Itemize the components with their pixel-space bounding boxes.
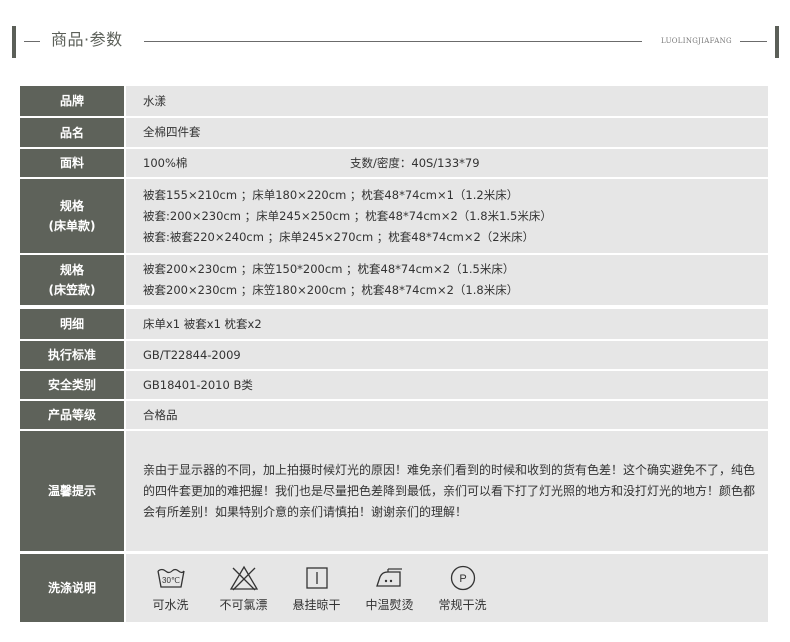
care-item-no-bleach: 不可氯漂 bbox=[207, 563, 280, 613]
spec-label: 产品等级 bbox=[20, 401, 124, 429]
care-label: 常规干洗 bbox=[438, 598, 487, 612]
spec-row-tip: 温馨提示 亲由于显示器的不同，加上拍摄时候灯光的原因！难免亲们看到的时候和收到的… bbox=[20, 431, 768, 551]
size-line: 被套155×210cm ；床单180×220cm ；枕套48*74cm×1（1.… bbox=[143, 187, 519, 202]
care-item-iron: 中温熨烫 bbox=[353, 563, 426, 613]
spec-value: 合格品 bbox=[126, 401, 768, 429]
hang-dry-icon bbox=[300, 563, 334, 593]
care-item-wash: 30℃ 可水洗 bbox=[134, 563, 207, 613]
dry-clean-glyph: P bbox=[459, 573, 466, 585]
spec-row-grade: 产品等级 合格品 bbox=[20, 401, 768, 429]
spec-row-name: 品名 全棉四件套 bbox=[20, 118, 768, 147]
size-line: 被套:被套220×240cm ；床单245×270cm ；枕套48*74cm×2… bbox=[143, 229, 535, 244]
spec-label: 品名 bbox=[20, 118, 124, 147]
spec-value: 床单x1 被套x1 枕套x2 bbox=[126, 309, 768, 339]
spec-row-size-flat: 规格 (床单款) 被套155×210cm ；床单180×220cm ；枕套48*… bbox=[20, 179, 768, 253]
spec-row-safety: 安全类别 GB18401-2010 B类 bbox=[20, 371, 768, 399]
tip-text: 亲由于显示器的不同，加上拍摄时候灯光的原因！难免亲们看到的时候和收到的货有色差！… bbox=[126, 431, 768, 551]
spec-label: 面料 bbox=[20, 149, 124, 177]
care-item-dry-clean: P 常规干洗 bbox=[426, 563, 499, 613]
spec-value: 100%棉 支数/密度：40S/133*79 bbox=[126, 149, 768, 177]
spec-label: 品牌 bbox=[20, 86, 124, 116]
care-icons: 30℃ 可水洗 不可氯漂 悬挂晾干 中温熨烫 P 常规干洗 bbox=[126, 554, 768, 622]
spec-row-details: 明细 床单x1 被套x1 枕套x2 bbox=[20, 309, 768, 339]
care-label: 悬挂晾干 bbox=[292, 598, 341, 612]
spec-value: 被套155×210cm ；床单180×220cm ；枕套48*74cm×1（1.… bbox=[126, 179, 768, 253]
spec-label: 安全类别 bbox=[20, 371, 124, 399]
spec-row-fabric: 面料 100%棉 支数/密度：40S/133*79 bbox=[20, 149, 768, 177]
fabric-density: 支数/密度：40S/133*79 bbox=[350, 155, 480, 170]
care-label: 可水洗 bbox=[152, 598, 189, 612]
spec-label-line: 规格 bbox=[59, 199, 84, 213]
size-line: 被套200×230cm ；床笠180×200cm ；枕套48*74cm×2（1.… bbox=[143, 283, 519, 297]
fabric-material: 100%棉 bbox=[143, 155, 188, 170]
header-left-bar bbox=[12, 26, 16, 58]
spec-label: 执行标准 bbox=[20, 341, 124, 369]
care-label: 中温熨烫 bbox=[365, 598, 414, 612]
wash-temp-label: 30℃ bbox=[162, 576, 180, 585]
spec-row-standard: 执行标准 GB/T22844-2009 bbox=[20, 341, 768, 369]
header-right-bar bbox=[775, 26, 779, 58]
brand-subtitle: LUOLINGJIAFANG bbox=[661, 37, 732, 45]
spec-value: 全棉四件套 bbox=[126, 118, 768, 147]
spec-value: 水漾 bbox=[126, 86, 768, 116]
wash-30-icon: 30℃ bbox=[154, 563, 188, 593]
size-line: 被套:200×230cm ；床单245×250cm ；枕套48*74cm×2（1… bbox=[143, 208, 552, 223]
iron-medium-icon bbox=[373, 563, 407, 593]
spec-label: 规格 (床笠款) bbox=[20, 255, 124, 305]
spec-label-line: 规格 bbox=[59, 263, 84, 277]
header-divider-middle bbox=[144, 41, 642, 42]
size-line: 被套200×230cm ；床笠150*200cm ；枕套48*74cm×2（1.… bbox=[143, 262, 515, 276]
spec-label-line: (床笠款) bbox=[48, 283, 96, 297]
header-divider-left bbox=[24, 41, 40, 42]
spec-value: 被套200×230cm ；床笠150*200cm ；枕套48*74cm×2（1.… bbox=[126, 255, 768, 305]
dry-clean-p-icon: P bbox=[446, 563, 480, 593]
header-divider-right bbox=[740, 41, 767, 42]
spec-row-washing: 洗涤说明 30℃ 可水洗 不可氯漂 悬挂晾干 中温熨烫 P 常规干洗 bbox=[20, 554, 768, 622]
spec-value: GB18401-2010 B类 bbox=[126, 371, 768, 399]
spec-label: 明细 bbox=[20, 309, 124, 339]
spec-label: 规格 (床单款) bbox=[20, 179, 124, 253]
section-title: 商品·参数 bbox=[51, 30, 123, 49]
spec-label: 洗涤说明 bbox=[20, 554, 124, 622]
spec-label: 温馨提示 bbox=[20, 431, 124, 551]
spec-value: GB/T22844-2009 bbox=[126, 341, 768, 369]
spec-row-size-fitted: 规格 (床笠款) 被套200×230cm ；床笠150*200cm ；枕套48*… bbox=[20, 255, 768, 305]
spec-row-brand: 品牌 水漾 bbox=[20, 86, 768, 116]
spec-label-line: (床单款) bbox=[48, 219, 96, 233]
no-bleach-icon bbox=[227, 563, 261, 593]
care-item-hang-dry: 悬挂晾干 bbox=[280, 563, 353, 613]
care-label: 不可氯漂 bbox=[219, 598, 268, 612]
